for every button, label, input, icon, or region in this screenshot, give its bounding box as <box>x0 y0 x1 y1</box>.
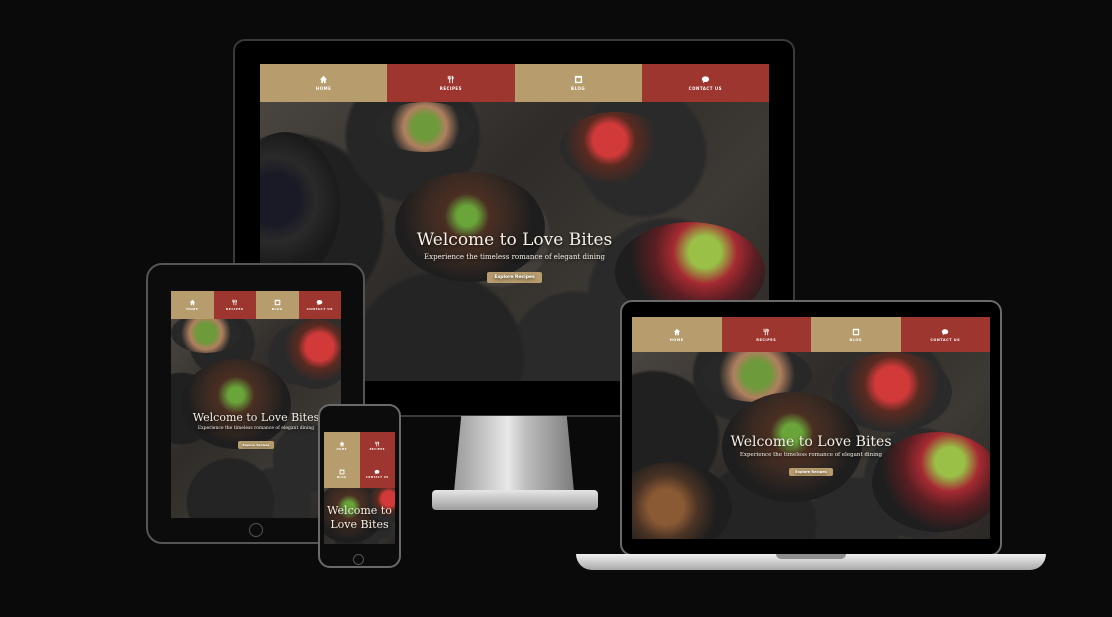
nav-contact[interactable]: CONTACT US <box>900 317 990 352</box>
nav-home-label: HOME <box>336 448 347 451</box>
nav-contact-label: CONTACT US <box>688 86 723 91</box>
nav-recipes-label: RECIPES <box>369 448 385 451</box>
nav-blog-label: BLOG <box>271 307 283 311</box>
nav-recipes-label: RECIPES <box>225 307 244 311</box>
phone-home-button <box>353 554 364 565</box>
chat-icon <box>701 76 709 84</box>
nav-blog-label: BLOG <box>571 86 586 91</box>
home-icon <box>673 328 680 335</box>
food-salad <box>375 102 475 152</box>
nav-recipes-label: RECIPES <box>439 86 463 91</box>
food-strawberries <box>560 112 670 182</box>
nav-recipes[interactable]: RECIPES <box>387 64 515 102</box>
nav-blog[interactable]: BLOG <box>514 64 642 102</box>
blog-icon <box>274 299 281 306</box>
monitor-neck <box>454 416 574 492</box>
utensils-icon <box>763 328 770 335</box>
nav-recipes-label: RECIPES <box>756 337 777 342</box>
hero-image: Welcome to Love Bites Experience the tim… <box>171 313 341 518</box>
nav-home-label: HOME <box>669 337 684 342</box>
chat-icon <box>316 300 323 306</box>
laptop-device: Welcome to Love Bites Experience the tim… <box>620 300 1002 556</box>
nav-contact[interactable]: CONTACT US <box>359 460 395 488</box>
nav-home[interactable]: HOME <box>260 64 388 102</box>
nav-contact[interactable]: CONTACT US <box>641 64 769 102</box>
hero-text: Welcome to Love Bites Experience the tim… <box>171 411 341 450</box>
tablet-nav: HOME RECIPES BLOG CONTACT US <box>171 291 341 319</box>
nav-contact-label: CONTACT US <box>365 476 389 479</box>
hero-subtitle: Experience the timeless romance of elega… <box>424 253 605 261</box>
nav-blog[interactable]: BLOG <box>811 317 901 352</box>
nav-blog-label: BLOG <box>336 476 347 479</box>
tablet-screen: Welcome to Love Bites Experience the tim… <box>171 291 341 518</box>
nav-home[interactable]: HOME <box>324 432 360 460</box>
chat-icon <box>374 469 380 475</box>
nav-contact[interactable]: CONTACT US <box>298 291 341 319</box>
nav-recipes[interactable]: RECIPES <box>359 432 395 460</box>
blog-icon <box>574 75 582 84</box>
home-icon <box>189 299 196 306</box>
blog-icon <box>339 469 345 475</box>
explore-recipes-button[interactable]: Explore Recipes <box>237 441 275 449</box>
phone-screen: Welcome to Love Bites HOME RECIPES BLOG … <box>324 432 395 544</box>
utensils-icon <box>232 299 238 306</box>
nav-blog-label: BLOG <box>849 337 863 342</box>
utensils-icon <box>448 75 455 84</box>
hero-text: Welcome to Love Bites <box>324 504 395 532</box>
hero-subtitle: Experience the timeless romance of elega… <box>739 452 883 458</box>
hero-title: Welcome to Love Bites <box>730 434 892 450</box>
nav-home[interactable]: HOME <box>632 317 722 352</box>
laptop-base <box>576 554 1046 570</box>
nav-recipes[interactable]: RECIPES <box>721 317 811 352</box>
nav-contact-label: CONTACT US <box>930 337 961 342</box>
nav-home-label: HOME <box>186 307 199 311</box>
hero-title: Welcome to Love Bites <box>192 411 320 424</box>
nav-blog[interactable]: BLOG <box>324 460 360 488</box>
monitor-base <box>432 490 598 510</box>
food-salad <box>171 313 241 353</box>
phone-nav: HOME RECIPES BLOG CONTACT US <box>324 432 395 488</box>
hero-title: Welcome to Love Bites <box>416 230 613 250</box>
nav-recipes[interactable]: RECIPES <box>213 291 256 319</box>
laptop-screen: Welcome to Love Bites Experience the tim… <box>632 317 990 539</box>
phone-device: Welcome to Love Bites HOME RECIPES BLOG … <box>318 404 401 568</box>
blog-icon <box>852 328 859 335</box>
explore-recipes-button[interactable]: Explore Recipes <box>487 272 542 283</box>
home-icon <box>320 75 328 84</box>
hero-image: Welcome to Love Bites <box>324 483 395 544</box>
home-icon <box>339 441 345 447</box>
nav-home-label: HOME <box>315 86 332 91</box>
hero-text: Welcome to Love Bites Experience the tim… <box>632 434 990 477</box>
desktop-nav: HOME RECIPES BLOG CONTACT US <box>260 64 769 102</box>
laptop-nav: HOME RECIPES BLOG CONTACT US <box>632 317 990 352</box>
tablet-home-button <box>249 523 263 537</box>
nav-home[interactable]: HOME <box>171 291 214 319</box>
laptop-notch <box>776 554 846 559</box>
utensils-icon <box>375 441 380 447</box>
nav-contact-label: CONTACT US <box>306 307 333 311</box>
food-strawberries <box>281 319 341 389</box>
chat-icon <box>942 328 949 335</box>
hero-subtitle: Experience the timeless romance of elega… <box>197 426 315 431</box>
explore-recipes-button[interactable]: Explore Recipes <box>789 468 833 476</box>
monitor-stand <box>432 416 598 514</box>
nav-blog[interactable]: BLOG <box>256 291 299 319</box>
hero-title: Welcome to Love Bites <box>327 504 392 531</box>
hero-image: Welcome to Love Bites Experience the tim… <box>632 347 990 539</box>
